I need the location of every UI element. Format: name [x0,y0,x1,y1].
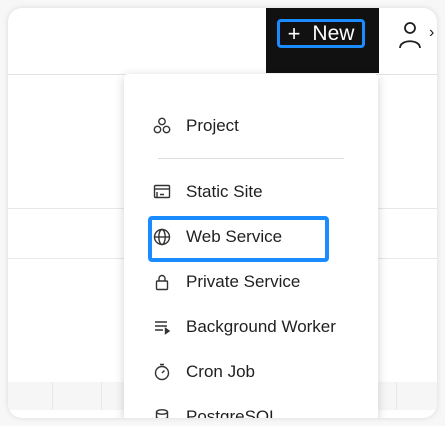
database-icon [152,407,172,418]
worker-icon [152,317,172,337]
new-button[interactable]: + New [277,19,365,48]
menu-item-web-service[interactable]: Web Service [152,221,352,253]
menu-item-postgresql[interactable]: PostgreSQL [152,401,352,418]
menu-item-label: Private Service [186,272,301,291]
menu-divider [158,158,344,159]
menu-item-label: Project [186,116,239,135]
menu-item-project[interactable]: Project [152,110,352,142]
menu-item-label: Cron Job [186,362,255,381]
menu-item-label: PostgreSQL [186,407,279,418]
menu-item-label: Background Worker [186,317,336,336]
plus-icon: + [287,20,301,46]
menu-item-label: Static Site [186,182,263,201]
dashboard-window: + New › Project Static Site Web Service … [8,8,437,418]
new-dropdown-menu: Project Static Site Web Service Private … [124,74,378,418]
new-button-label: New [312,21,355,45]
lock-icon [152,272,172,292]
column-divider [52,382,53,410]
menu-item-private-service[interactable]: Private Service [152,266,352,298]
menu-item-background-worker[interactable]: Background Worker [152,311,352,343]
column-divider [396,382,397,410]
column-divider [101,382,102,410]
person-icon[interactable] [398,20,422,50]
menu-item-label: Web Service [186,227,283,246]
project-icon [152,116,172,136]
globe-icon [152,227,172,247]
chevron-icon[interactable]: › [429,24,434,42]
menu-item-static-site[interactable]: Static Site [152,176,352,208]
menu-item-cron-job[interactable]: Cron Job [152,356,352,388]
static-site-icon [152,182,172,202]
stopwatch-icon [152,362,172,382]
new-button-container: + New [266,8,379,73]
